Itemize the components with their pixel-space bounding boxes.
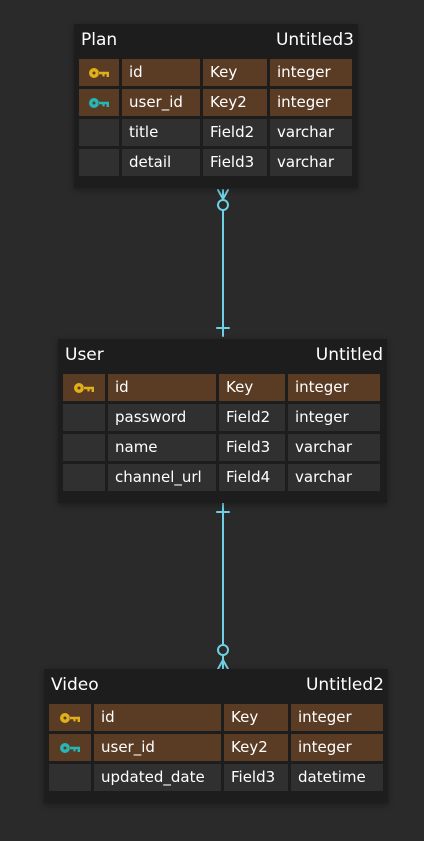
column-key: Key (219, 374, 285, 401)
table-label: Untitled (315, 345, 383, 365)
table-user[interactable]: User Untitled id Key integer password Field2… (58, 339, 387, 503)
primary-key-icon (60, 712, 80, 723)
column-type: varchar (270, 119, 352, 146)
primary-key-icon (89, 67, 109, 78)
table-row[interactable]: password Field2 integer (63, 404, 382, 431)
column-key: Field4 (219, 464, 285, 491)
table-video[interactable]: Video Untitled2 id Key integer user_id Key2 i… (44, 669, 388, 803)
row-icon-cell (63, 374, 105, 401)
column-key: Field2 (203, 119, 267, 146)
table-rows: id Key integer user_id Key2 integer title Field… (74, 59, 358, 182)
column-name: user_id (122, 89, 200, 116)
column-type: varchar (288, 464, 380, 491)
row-icon-cell (49, 764, 91, 791)
table-row[interactable]: id Key integer (49, 704, 383, 731)
column-type: integer (270, 59, 352, 86)
primary-key-icon (74, 382, 94, 393)
column-name: title (122, 119, 200, 146)
row-icon-cell (63, 404, 105, 431)
column-name: id (94, 704, 221, 731)
row-icon-cell (79, 119, 119, 146)
table-row[interactable]: user_id Key2 integer (79, 89, 353, 116)
relationship-line-user-video[interactable] (216, 502, 230, 670)
table-row[interactable]: name Field3 varchar (63, 434, 382, 461)
column-type: integer (288, 404, 380, 431)
row-icon-cell (63, 464, 105, 491)
column-type: integer (288, 374, 380, 401)
column-key: Field3 (224, 764, 288, 791)
column-type: integer (270, 89, 352, 116)
column-key: Key (203, 59, 267, 86)
column-name: detail (122, 149, 200, 176)
column-type: varchar (270, 149, 352, 176)
row-icon-cell (79, 149, 119, 176)
table-header[interactable]: User Untitled (58, 339, 387, 371)
column-name: id (122, 59, 200, 86)
column-key: Field3 (203, 149, 267, 176)
column-name: password (108, 404, 216, 431)
table-row[interactable]: detail Field3 varchar (79, 149, 353, 176)
table-name: User (65, 345, 104, 365)
table-row[interactable]: user_id Key2 integer (49, 734, 383, 761)
table-row[interactable]: id Key integer (63, 374, 382, 401)
foreign-key-icon (89, 97, 109, 108)
table-rows: id Key integer password Field2 integer name Fie… (58, 374, 387, 497)
column-name: id (108, 374, 216, 401)
table-row[interactable]: title Field2 varchar (79, 119, 353, 146)
table-row[interactable]: id Key integer (79, 59, 353, 86)
column-key: Field2 (219, 404, 285, 431)
column-type: integer (291, 734, 383, 761)
row-icon-cell (79, 89, 119, 116)
table-name: Video (51, 675, 99, 695)
row-icon-cell (49, 734, 91, 761)
column-name: name (108, 434, 216, 461)
relationship-line-plan-user[interactable] (216, 189, 230, 337)
table-row[interactable]: channel_url Field4 varchar (63, 464, 382, 491)
column-key: Key2 (224, 734, 288, 761)
column-type: varchar (288, 434, 380, 461)
column-type: integer (291, 704, 383, 731)
table-label: Untitled2 (305, 675, 384, 695)
column-type: datetime (291, 764, 383, 791)
column-name: updated_date (94, 764, 221, 791)
table-label: Untitled3 (275, 30, 354, 50)
column-name: channel_url (108, 464, 216, 491)
row-icon-cell (49, 704, 91, 731)
column-key: Field3 (219, 434, 285, 461)
table-row[interactable]: updated_date Field3 datetime (49, 764, 383, 791)
table-name: Plan (81, 30, 118, 50)
foreign-key-icon (60, 742, 80, 753)
column-name: user_id (94, 734, 221, 761)
column-key: Key (224, 704, 288, 731)
table-header[interactable]: Video Untitled2 (44, 669, 388, 701)
row-icon-cell (79, 59, 119, 86)
table-header[interactable]: Plan Untitled3 (74, 24, 358, 56)
table-plan[interactable]: Plan Untitled3 id Key integer user_id Key2 in… (74, 24, 358, 188)
column-key: Key2 (203, 89, 267, 116)
table-rows: id Key integer user_id Key2 integer updated_da… (44, 704, 388, 797)
row-icon-cell (63, 434, 105, 461)
